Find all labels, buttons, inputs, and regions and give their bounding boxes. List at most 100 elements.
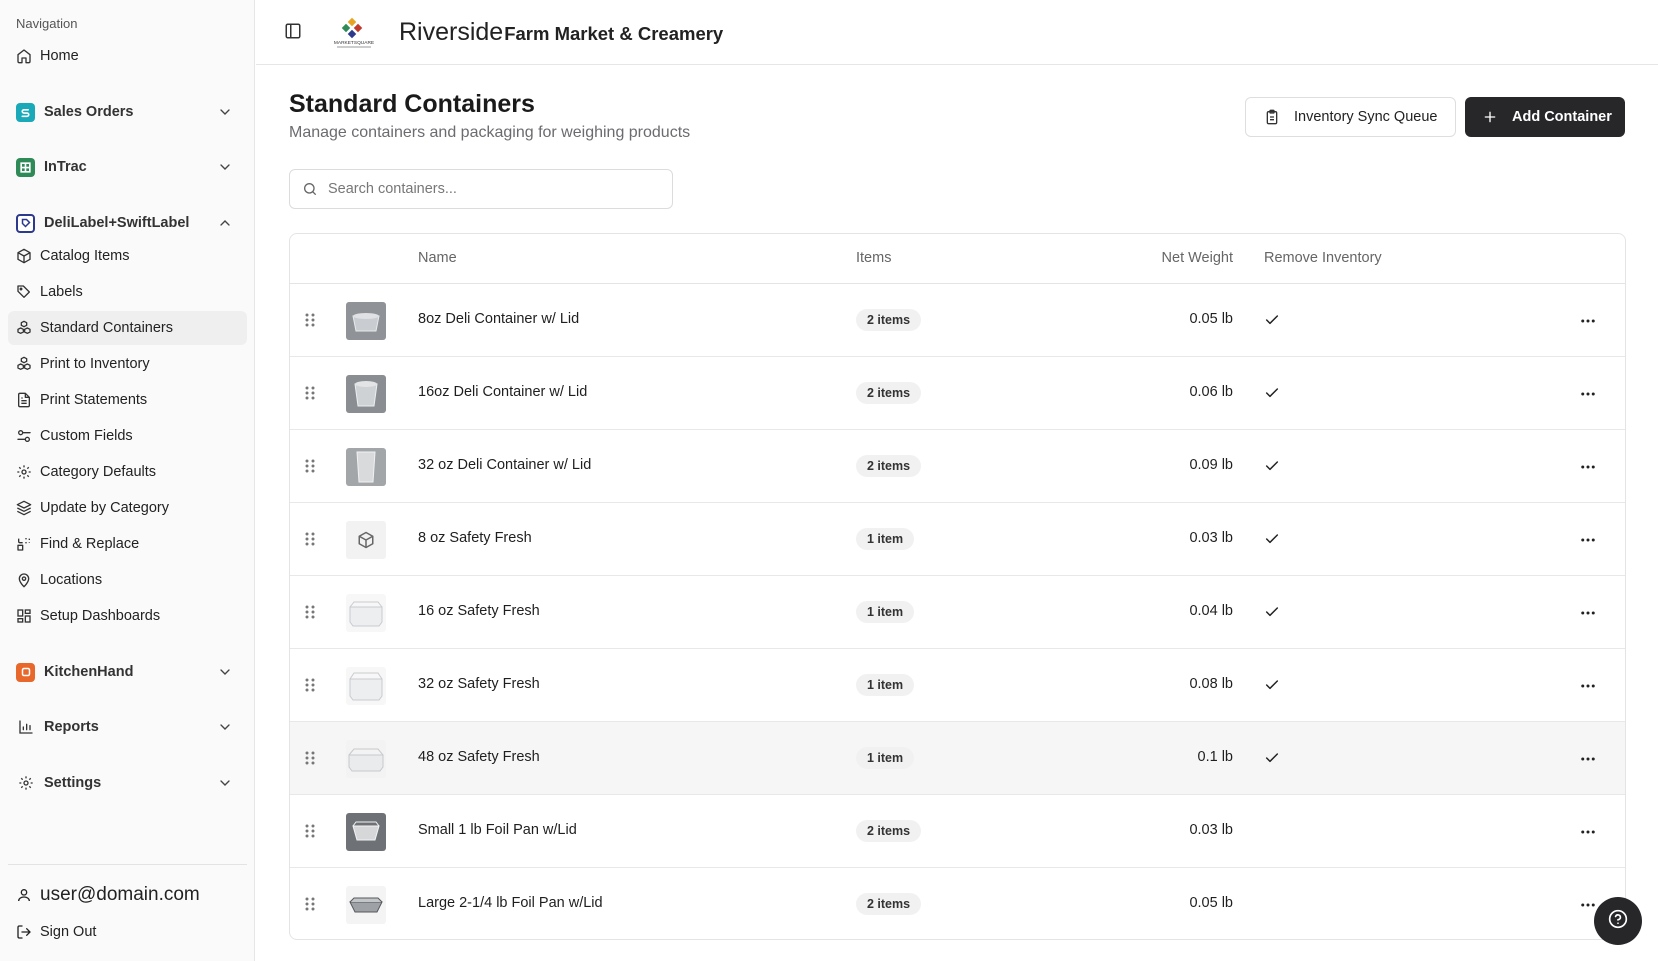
layers-icon — [16, 500, 32, 516]
sales-orders-icon — [16, 102, 35, 122]
containers-table: Name Items Net Weight Remove Inventory 8… — [289, 233, 1626, 940]
table-row[interactable]: 32 oz Deli Container w/ Lid 2 items 0.09… — [290, 430, 1625, 503]
search-icon — [302, 181, 318, 197]
sidebar-item-update-by-category[interactable]: Update by Category — [8, 491, 247, 525]
sidebar-item-find-replace[interactable]: Find & Replace — [8, 527, 247, 561]
package-icon — [346, 521, 386, 559]
sidebar-item-label: Find & Replace — [40, 536, 140, 552]
table-row[interactable]: 16oz Deli Container w/ Lid 2 items 0.06 … — [290, 357, 1625, 430]
table-row[interactable]: 48 oz Safety Fresh 1 item 0.1 lb — [290, 722, 1625, 795]
drag-handle-icon[interactable] — [303, 896, 317, 912]
net-weight: 0.04 lb — [1189, 603, 1233, 619]
sidebar-group-label: Reports — [44, 719, 99, 735]
sidebar-group-reports[interactable]: Reports — [8, 709, 247, 745]
search-input[interactable] — [328, 181, 658, 197]
column-header-items[interactable]: Items — [856, 250, 891, 266]
sidebar-item-custom-fields[interactable]: Custom Fields — [8, 419, 247, 453]
more-options-icon[interactable] — [1579, 677, 1597, 695]
sidebar-group-settings[interactable]: Settings — [8, 765, 247, 801]
help-button[interactable] — [1594, 897, 1642, 945]
more-options-icon[interactable] — [1579, 531, 1597, 549]
container-name: 16oz Deli Container w/ Lid — [418, 384, 588, 400]
table-row[interactable]: Small 1 lb Foil Pan w/Lid 2 items 0.03 l… — [290, 795, 1625, 868]
user-account[interactable]: user@domain.com — [16, 884, 200, 906]
sidebar-item-locations[interactable]: Locations — [8, 563, 247, 597]
sidebar-group-label: KitchenHand — [44, 664, 134, 680]
column-header-net-weight[interactable]: Net Weight — [1162, 250, 1233, 266]
sidebar-group-sales-orders[interactable]: Sales Orders — [8, 94, 247, 130]
sidebar-item-labels[interactable]: Labels — [8, 275, 247, 309]
items-badge: 2 items — [856, 382, 922, 404]
more-options-icon[interactable] — [1579, 750, 1597, 768]
drag-handle-icon[interactable] — [303, 604, 317, 620]
sidebar: Navigation Home Sales Orders InTrac Deli… — [0, 0, 255, 961]
sidebar-item-home[interactable]: Home — [8, 39, 247, 73]
dashboard-icon — [16, 608, 32, 624]
sidebar-group-label: InTrac — [44, 159, 87, 175]
table-row[interactable]: 8 oz Safety Fresh 1 item 0.03 lb — [290, 503, 1625, 576]
more-options-icon[interactable] — [1579, 458, 1597, 476]
log-out-icon — [16, 924, 32, 940]
table-row[interactable]: 16 oz Safety Fresh 1 item 0.04 lb — [290, 576, 1625, 649]
drag-handle-icon[interactable] — [303, 312, 317, 328]
sliders-icon — [16, 428, 32, 444]
sidebar-item-print-statements[interactable]: Print Statements — [8, 383, 247, 417]
chevron-down-icon — [217, 719, 233, 735]
items-badge: 1 item — [856, 747, 915, 769]
add-container-button[interactable]: Add Container — [1465, 97, 1625, 137]
inventory-sync-queue-button[interactable]: Inventory Sync Queue — [1245, 97, 1456, 137]
more-options-icon[interactable] — [1579, 823, 1597, 841]
drag-handle-icon[interactable] — [303, 385, 317, 401]
sidebar-item-category-defaults[interactable]: Category Defaults — [8, 455, 247, 489]
drag-handle-icon[interactable] — [303, 677, 317, 693]
container-thumbnail — [346, 594, 386, 632]
table-row[interactable]: Large 2-1/4 lb Foil Pan w/Lid 2 items 0.… — [290, 868, 1625, 939]
marketsquare-logo: MARKETSQUARE — [327, 17, 381, 49]
container-name: 32 oz Deli Container w/ Lid — [418, 457, 592, 473]
sidebar-item-label: Locations — [40, 572, 103, 588]
drag-handle-icon[interactable] — [303, 458, 317, 474]
sidebar-group-kitchenhand[interactable]: KitchenHand — [8, 654, 247, 690]
container-name: Small 1 lb Foil Pan w/Lid — [418, 822, 577, 838]
brand-name: Riverside Farm Market & Creamery — [399, 18, 723, 47]
more-options-icon[interactable] — [1579, 896, 1597, 914]
package-icon — [16, 248, 32, 264]
table-row[interactable]: 8oz Deli Container w/ Lid 2 items 0.05 l… — [290, 284, 1625, 357]
top-header: MARKETSQUARE Riverside Farm Market & Cre… — [256, 0, 1658, 65]
sidebar-group-delilabel[interactable]: DeliLabel+SwiftLabel — [8, 205, 247, 241]
sidebar-item-standard-containers[interactable]: Standard Containers — [8, 311, 247, 345]
sidebar-item-label: Category Defaults — [40, 464, 157, 480]
column-header-remove-inventory[interactable]: Remove Inventory — [1264, 250, 1382, 266]
sidebar-toggle-icon[interactable] — [284, 22, 304, 42]
container-thumbnail — [346, 302, 386, 340]
container-name: 48 oz Safety Fresh — [418, 749, 540, 765]
sidebar-group-intrac[interactable]: InTrac — [8, 149, 247, 185]
column-header-name[interactable]: Name — [418, 250, 457, 266]
page-subtitle: Manage containers and packaging for weig… — [289, 124, 691, 141]
sign-out-button[interactable]: Sign Out — [16, 924, 96, 940]
table-row[interactable]: 32 oz Safety Fresh 1 item 0.08 lb — [290, 649, 1625, 722]
more-options-icon[interactable] — [1579, 385, 1597, 403]
sidebar-item-print-to-inventory[interactable]: Print to Inventory — [8, 347, 247, 381]
map-pin-icon — [16, 572, 32, 588]
chevron-down-icon — [217, 664, 233, 680]
more-options-icon[interactable] — [1579, 604, 1597, 622]
sidebar-item-label: Catalog Items — [40, 248, 130, 264]
drag-handle-icon[interactable] — [303, 823, 317, 839]
check-icon — [1264, 531, 1280, 547]
sidebar-item-setup-dashboards[interactable]: Setup Dashboards — [8, 599, 247, 633]
file-text-icon — [16, 392, 32, 408]
more-options-icon[interactable] — [1579, 312, 1597, 330]
sidebar-item-catalog-items[interactable]: Catalog Items — [8, 239, 247, 273]
drag-handle-icon[interactable] — [303, 750, 317, 766]
check-icon — [1264, 604, 1280, 620]
brand-sub: Farm Market & Creamery — [504, 23, 724, 44]
container-thumbnail — [346, 740, 386, 778]
sidebar-group-label: Sales Orders — [44, 104, 134, 120]
sign-out-label: Sign Out — [40, 924, 97, 940]
check-icon — [1264, 677, 1280, 693]
bar-chart-icon — [16, 718, 35, 737]
container-name: 8oz Deli Container w/ Lid — [418, 311, 580, 327]
drag-handle-icon[interactable] — [303, 531, 317, 547]
replace-icon — [16, 536, 32, 552]
